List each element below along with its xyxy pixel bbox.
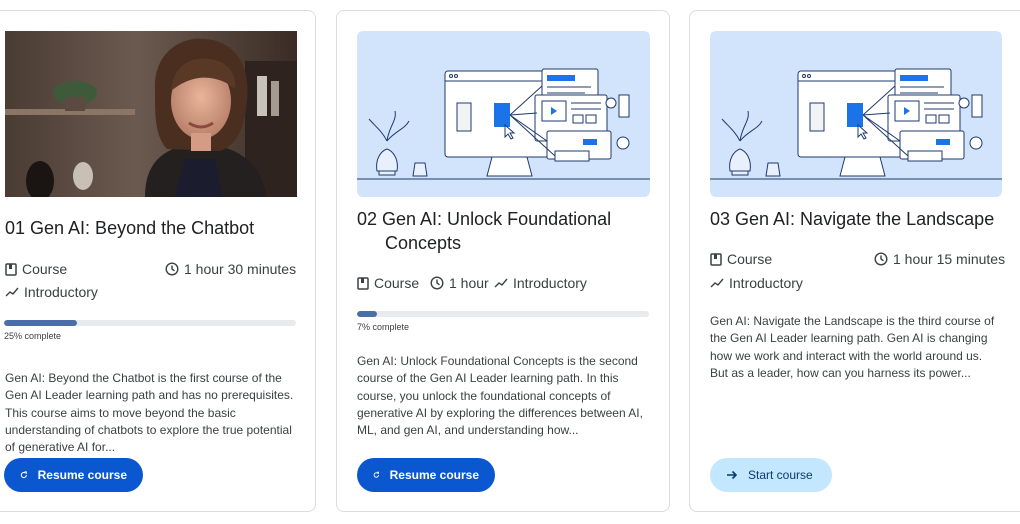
refresh-icon (20, 471, 27, 479)
trending-icon (710, 278, 724, 288)
book-icon (710, 252, 722, 266)
clock-icon (165, 262, 179, 276)
course-description: Gen AI: Unlock Foundational Concepts is … (357, 354, 643, 438)
course-progress-label: 25% complete (4, 331, 62, 341)
resume-course-button[interactable]: Resume course (4, 458, 143, 492)
course-card-1[interactable]: 01 Gen AI: Beyond the Chatbot Course 1 h… (0, 10, 316, 512)
course-level-label: Introductory (729, 275, 803, 291)
resume-course-label: Resume course (389, 468, 479, 482)
course-progress-label: 7% complete (357, 322, 410, 332)
trending-icon (5, 287, 19, 297)
book-icon (357, 276, 369, 290)
course-title[interactable]: 01 Gen AI: Beyond the Chatbot (5, 216, 305, 240)
course-thumbnail-illustration (710, 31, 1002, 197)
refresh-icon (373, 471, 379, 478)
course-type-label: Course (374, 275, 420, 291)
clock-icon (874, 252, 888, 266)
course-level-label: Introductory (24, 284, 98, 300)
course-card-3[interactable]: 03 Gen AI: Navigate the Landscape Course… (689, 10, 1020, 512)
course-card-2[interactable]: 02 Gen AI: Unlock Foundational Concepts … (336, 10, 670, 512)
course-description: Gen AI: Navigate the Landscape is the th… (710, 314, 995, 380)
start-course-label: Start course (748, 468, 813, 482)
course-type-label: Course (727, 251, 773, 267)
course-title-line2: Concepts (385, 233, 462, 253)
course-duration: 1 hour (430, 275, 489, 291)
resume-course-button[interactable]: Resume course (357, 458, 495, 492)
course-title-line1: 02 Gen AI: Unlock Foundational (357, 209, 612, 229)
course-progress-bar (4, 320, 296, 326)
course-progress-fill (357, 311, 378, 317)
course-duration: 1 hour 30 minutes (165, 261, 296, 277)
course-duration-label: 1 hour 30 minutes (184, 261, 297, 277)
course-level-label: Introductory (513, 275, 587, 291)
course-type: Course (357, 275, 419, 291)
course-duration-label: 1 hour 15 minutes (893, 251, 1006, 267)
book-icon (5, 262, 17, 276)
course-progress-fill (4, 320, 77, 326)
course-level: Introductory (494, 275, 587, 291)
course-thumbnail-illustration (357, 31, 650, 197)
course-title[interactable]: 03 Gen AI: Navigate the Landscape (710, 207, 1020, 231)
course-duration: 1 hour 15 minutes (874, 251, 1005, 267)
resume-course-label: Resume course (37, 468, 127, 482)
course-level: Introductory (5, 284, 98, 300)
clock-icon (430, 276, 444, 290)
course-level: Introductory (710, 275, 803, 291)
course-type: Course (710, 251, 772, 267)
course-type-label: Course (22, 261, 68, 277)
arrow-right-icon (727, 470, 738, 480)
course-description: Gen AI: Beyond the Chatbot is the first … (5, 371, 294, 455)
course-type: Course (5, 261, 67, 277)
course-thumbnail-photo (5, 31, 297, 197)
course-duration-label: 1 hour (449, 275, 489, 291)
course-title[interactable]: 02 Gen AI: Unlock Foundational Concepts (357, 207, 657, 255)
course-progress-bar (357, 311, 649, 317)
start-course-button[interactable]: Start course (710, 458, 832, 492)
trending-icon (494, 278, 508, 288)
